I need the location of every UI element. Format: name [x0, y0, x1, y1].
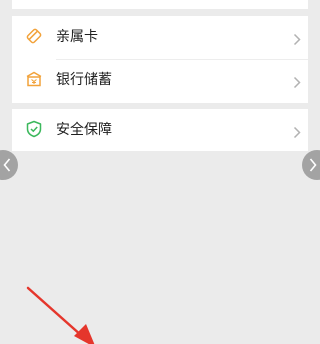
- chevron-right-icon: [293, 124, 301, 139]
- menu-group-security: 安全保障: [12, 109, 308, 151]
- menu-item-label: 亲属卡: [56, 29, 98, 45]
- chevron-left-icon: [3, 158, 11, 172]
- chevron-right-icon: [309, 158, 317, 172]
- menu-item-label: 银行储蓄: [56, 72, 112, 88]
- chevron-right-icon: [293, 31, 301, 46]
- annotation-arrow-icon: [26, 286, 95, 344]
- menu-item-security[interactable]: 安全保障: [12, 109, 308, 151]
- menu-group-finance: 亲属卡 银行储蓄: [12, 16, 308, 103]
- menu-item-label: 安全保障: [56, 122, 112, 138]
- menu-item-family-card[interactable]: 亲属卡: [12, 16, 308, 60]
- menu-card-top: [12, 0, 308, 9]
- previous-page-button[interactable]: [0, 150, 18, 180]
- chevron-right-icon: [293, 74, 301, 89]
- bank-savings-icon: [25, 70, 43, 88]
- menu-item-bank-savings[interactable]: 银行储蓄: [12, 59, 308, 102]
- family-card-icon: [25, 27, 43, 45]
- next-page-button[interactable]: [302, 150, 320, 180]
- security-shield-icon: [25, 120, 43, 138]
